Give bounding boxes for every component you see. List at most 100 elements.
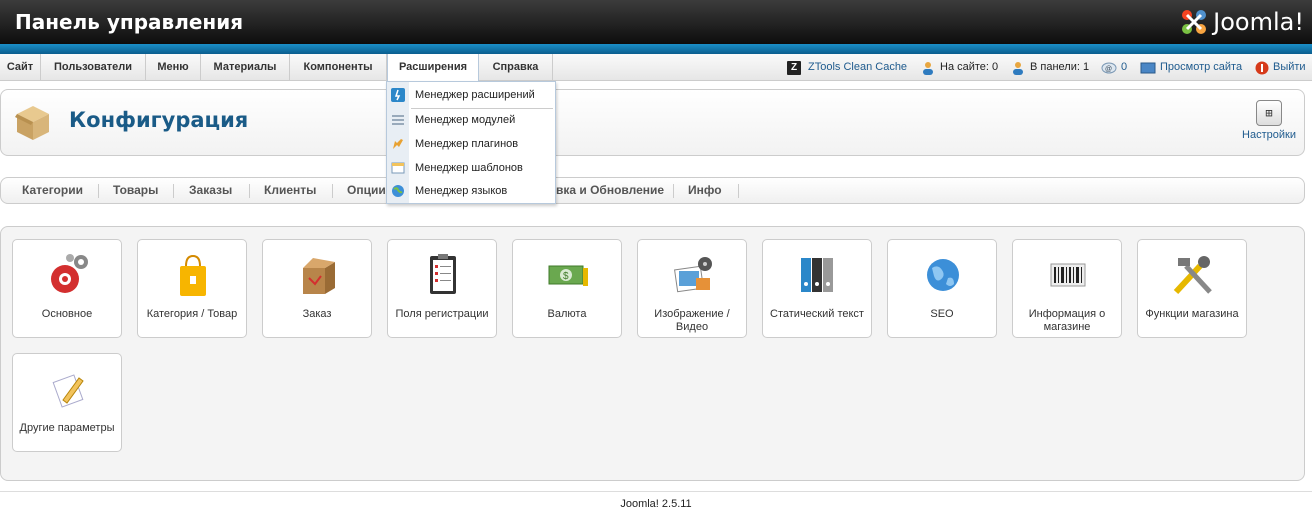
shopping-bag-icon xyxy=(180,254,206,296)
tile-label: Информация о магазине xyxy=(1028,308,1106,333)
footer-version: Joomla! 2.5.11 xyxy=(620,498,692,510)
settings-button[interactable]: ⊞ Настройки xyxy=(1241,100,1297,141)
subnav-divider xyxy=(738,184,739,198)
extension-manager-icon xyxy=(391,88,405,102)
media-icon xyxy=(674,257,712,293)
footer-divider xyxy=(0,491,1312,492)
tile-store-functions[interactable]: Функции магазина xyxy=(1137,239,1247,338)
subnav-divider xyxy=(98,184,99,198)
tile-order[interactable]: Заказ xyxy=(262,239,372,338)
tile-category-product[interactable]: Категория / Товар xyxy=(137,239,247,338)
svg-text:$: $ xyxy=(563,271,569,282)
tile-label: SEO xyxy=(930,308,954,320)
barcode-icon xyxy=(1050,263,1086,287)
menu-item-menus[interactable]: Меню xyxy=(146,54,201,81)
tile-label: Изображение / Видео xyxy=(654,308,730,333)
joomla-logo-icon xyxy=(1182,10,1207,34)
dropdown-item-label: Менеджер языков xyxy=(415,185,508,197)
joomla-logo[interactable]: Joomla! xyxy=(1179,5,1304,39)
users-in-panel: В панели: 1 xyxy=(1011,54,1089,81)
svg-text:@: @ xyxy=(1105,66,1112,73)
clean-cache-link[interactable]: Z ZTools Clean Cache xyxy=(787,54,907,81)
page-toolbar: Конфигурация ⊞ Настройки xyxy=(0,89,1305,156)
menu-item-components[interactable]: Компоненты xyxy=(290,54,387,81)
view-site-link[interactable]: Просмотр сайта xyxy=(1140,54,1242,81)
admin-user-icon xyxy=(1013,61,1023,75)
subnav-install-update[interactable]: вка и Обновление xyxy=(556,178,664,203)
tile-registration-fields[interactable]: Поля регистрации xyxy=(387,239,497,338)
dropdown-item-label: Менеджер плагинов xyxy=(415,138,519,150)
view-site-label: Просмотр сайта xyxy=(1160,61,1243,73)
dropdown-item-extension-manager[interactable]: Менеджер расширений xyxy=(387,84,555,106)
tile-label: Категория / Товар xyxy=(146,308,238,320)
subnav-categories[interactable]: Категории xyxy=(22,178,83,203)
dropdown-item-label: Менеджер модулей xyxy=(415,114,516,126)
main-menubar: Сайт Пользователи Меню Материалы Компоне… xyxy=(0,54,1312,81)
plugin-manager-icon xyxy=(393,139,403,149)
menu-item-help[interactable]: Справка xyxy=(479,54,553,81)
subnav-divider xyxy=(173,184,174,198)
subnav-options[interactable]: Опции xyxy=(347,178,386,203)
subnav-orders[interactable]: Заказы xyxy=(189,178,232,203)
monitor-icon xyxy=(1140,62,1156,73)
binders-icon xyxy=(801,258,833,292)
money-icon: $ xyxy=(548,265,588,286)
tile-image-video[interactable]: Изображение / Видео xyxy=(637,239,747,338)
admin-header: Панель управления Joomla! xyxy=(0,0,1312,44)
tools-icon xyxy=(1173,256,1212,295)
subnav-divider xyxy=(332,184,333,198)
subnav-info[interactable]: Инфо xyxy=(688,178,722,203)
users-on-site-label: На сайте: 0 xyxy=(940,61,999,73)
header-blue-bar xyxy=(0,44,1312,54)
dropdown-item-template-manager[interactable]: Менеджер шаблонов xyxy=(387,157,555,179)
tile-general[interactable]: Основное xyxy=(12,239,122,338)
menu-item-site[interactable]: Сайт xyxy=(0,54,41,81)
page-title: Конфигурация xyxy=(69,108,249,132)
extensions-dropdown: Менеджер расширений Менеджер модулей Мен… xyxy=(386,81,556,204)
user-icon xyxy=(923,61,933,75)
messages-icon: @ xyxy=(1101,62,1117,73)
tile-label: Поля регистрации xyxy=(395,308,489,320)
ztools-icon: Z xyxy=(787,60,801,75)
config-box-icon xyxy=(15,106,49,140)
subnav-clients[interactable]: Клиенты xyxy=(264,178,316,203)
dropdown-item-language-manager[interactable]: Менеджер языков xyxy=(387,180,555,202)
template-manager-icon xyxy=(391,162,405,174)
settings-icon: ⊞ xyxy=(1256,100,1282,126)
menu-item-users[interactable]: Пользователи xyxy=(41,54,146,81)
dropdown-item-module-manager[interactable]: Менеджер модулей xyxy=(387,109,555,131)
subnav-divider xyxy=(673,184,674,198)
tile-label: Основное xyxy=(41,308,93,320)
config-tiles-panel: Основное Категория / Товар Заказ Поля ре… xyxy=(0,226,1305,481)
globe-icon xyxy=(927,259,959,291)
tile-seo[interactable]: SEO xyxy=(887,239,997,338)
logout-label: Выйти xyxy=(1273,61,1306,73)
messages-link[interactable]: @ 0 xyxy=(1101,54,1127,81)
gears-icon xyxy=(51,254,88,293)
settings-label: Настройки xyxy=(1242,129,1296,141)
tile-label: Другие параметры xyxy=(19,422,115,434)
tile-label: Валюта xyxy=(547,308,587,320)
tile-static-text[interactable]: Статический текст xyxy=(762,239,872,338)
tile-label: Заказ xyxy=(302,308,332,320)
clean-cache-label: ZTools Clean Cache xyxy=(808,61,908,73)
tile-store-info[interactable]: Информация о магазине xyxy=(1012,239,1122,338)
tile-other-params[interactable]: Другие параметры xyxy=(12,353,122,452)
logout-icon xyxy=(1255,61,1269,74)
dropdown-item-plugin-manager[interactable]: Менеджер плагинов xyxy=(387,133,555,155)
tile-currency[interactable]: $ Валюта xyxy=(512,239,622,338)
clipboard-icon xyxy=(430,254,456,294)
messages-count: 0 xyxy=(1121,61,1128,73)
header-title: Панель управления xyxy=(15,10,244,34)
subnav-divider xyxy=(249,184,250,198)
language-manager-icon xyxy=(392,185,404,197)
module-manager-icon xyxy=(392,115,404,125)
box-icon xyxy=(303,258,335,294)
dropdown-item-label: Менеджер шаблонов xyxy=(415,162,523,174)
tile-label: Статический текст xyxy=(770,308,864,320)
subnav-products[interactable]: Товары xyxy=(113,178,158,203)
logout-link[interactable]: Выйти xyxy=(1255,54,1306,81)
logo-text: Joomla! xyxy=(1213,8,1304,36)
menu-item-content[interactable]: Материалы xyxy=(201,54,290,81)
menu-item-extensions[interactable]: Расширения xyxy=(387,54,479,81)
